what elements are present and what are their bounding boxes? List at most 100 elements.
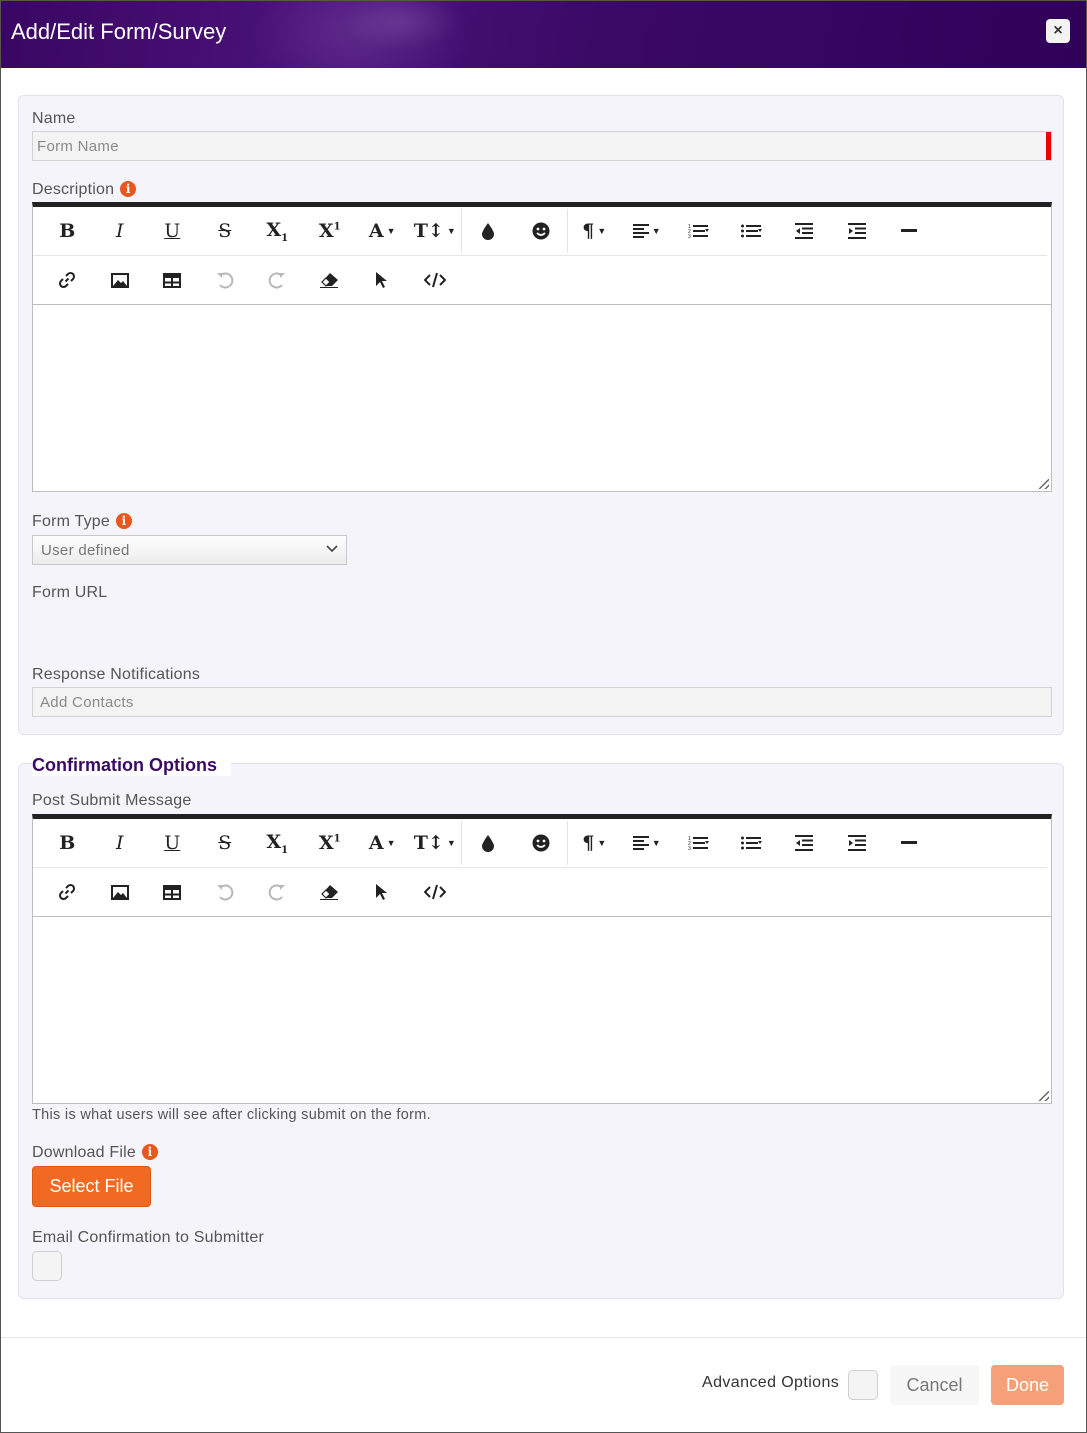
superscript-icon[interactable]: X1: [304, 823, 357, 863]
font-size-icon[interactable]: T↕ ▼: [409, 211, 462, 251]
confirmation-options-panel: Confirmation Options Post Submit Message…: [18, 755, 1064, 1299]
bold-icon[interactable]: B: [41, 823, 94, 863]
unordered-list-icon[interactable]: [726, 211, 779, 251]
ordered-list-icon[interactable]: 123: [673, 823, 726, 863]
download-file-label: Download File: [32, 1144, 136, 1161]
description-label-row: Description i: [32, 181, 137, 199]
select-all-icon[interactable]: [356, 872, 409, 912]
superscript-icon[interactable]: X1: [304, 211, 357, 251]
unordered-list-icon[interactable]: [726, 823, 779, 863]
description-label: Description: [32, 181, 115, 198]
italic-icon[interactable]: I: [94, 823, 147, 863]
select-all-icon[interactable]: [356, 260, 409, 300]
add-edit-form-dialog: Add/Edit Form/Survey × Name Form Name De…: [0, 0, 1087, 1433]
form-type-label-row: Form Type i: [32, 513, 132, 531]
editor-toolbar-row-2: [33, 256, 1051, 305]
form-name-input[interactable]: Form Name: [32, 131, 1052, 161]
table-icon[interactable]: [146, 872, 199, 912]
dialog-header: Add/Edit Form/Survey ×: [1, 1, 1086, 68]
subscript-icon[interactable]: X1: [251, 211, 304, 251]
redo-icon[interactable]: [251, 260, 304, 300]
dialog-title: Add/Edit Form/Survey: [11, 19, 227, 44]
italic-icon[interactable]: I: [94, 211, 147, 251]
image-icon[interactable]: [94, 872, 147, 912]
post-submit-message-label: Post Submit Message: [32, 792, 192, 809]
select-file-button[interactable]: Select File: [32, 1166, 151, 1207]
color-drop-icon[interactable]: [462, 211, 515, 251]
editor-toolbar-row-1: B I U S X1 X1 A ▼ T↕ ▼ ¶ ▼ ▼ 1 2 3: [33, 819, 1047, 868]
font-color-icon[interactable]: A ▼: [356, 823, 409, 863]
general-panel: Name Form Name Description i B I U S X1 X…: [18, 95, 1064, 735]
horizontal-line-icon[interactable]: [883, 211, 936, 251]
svg-text:3: 3: [688, 846, 691, 851]
code-view-icon[interactable]: [409, 260, 462, 300]
resize-handle-icon[interactable]: [1039, 1091, 1049, 1101]
redo-icon[interactable]: [251, 872, 304, 912]
indent-icon[interactable]: [831, 211, 884, 251]
underline-icon[interactable]: U: [146, 823, 199, 863]
image-icon[interactable]: [94, 260, 147, 300]
done-button[interactable]: Done: [991, 1365, 1064, 1405]
outdent-icon[interactable]: [778, 823, 831, 863]
indent-icon[interactable]: [831, 823, 884, 863]
table-icon[interactable]: [146, 260, 199, 300]
form-type-label: Form Type: [32, 513, 110, 530]
color-drop-icon[interactable]: [462, 823, 515, 863]
underline-icon[interactable]: U: [146, 211, 199, 251]
post-submit-hint: This is what users will see after clicki…: [32, 1107, 431, 1123]
cancel-button[interactable]: Cancel: [890, 1365, 979, 1405]
add-contacts-input[interactable]: Add Contacts: [32, 687, 1052, 717]
required-marker: [1046, 132, 1051, 160]
paragraph-format-icon[interactable]: ¶ ▼: [568, 211, 621, 251]
link-icon[interactable]: [41, 260, 94, 300]
confirmation-options-title: Confirmation Options: [32, 755, 231, 776]
editor-toolbar-row-2: [33, 868, 1051, 917]
undo-icon[interactable]: [199, 872, 252, 912]
emoji-icon[interactable]: [515, 211, 568, 251]
paragraph-format-icon[interactable]: ¶ ▼: [568, 823, 621, 863]
emoji-icon[interactable]: [515, 823, 568, 863]
font-color-icon[interactable]: A ▼: [356, 211, 409, 251]
font-size-icon[interactable]: T↕ ▼: [409, 823, 462, 863]
resize-handle-icon[interactable]: [1039, 479, 1049, 489]
subscript-icon[interactable]: X1: [251, 823, 304, 863]
strikethrough-icon[interactable]: S: [199, 823, 252, 863]
download-file-label-row: Download File i: [32, 1144, 158, 1162]
strikethrough-icon[interactable]: S: [199, 211, 252, 251]
post-submit-text-area[interactable]: [33, 917, 1051, 1103]
ordered-list-icon[interactable]: 123: [673, 211, 726, 251]
info-icon[interactable]: i: [115, 513, 132, 529]
editor-toolbar-row-1: B I U S X1 X1 A ▼ T↕ ▼ ¶ ▼ ▼ 1 2 3: [33, 207, 1047, 256]
name-label: Name: [32, 110, 76, 127]
outdent-icon[interactable]: [778, 211, 831, 251]
align-icon[interactable]: ▼: [621, 823, 674, 863]
align-icon[interactable]: ▼: [621, 211, 674, 251]
code-view-icon[interactable]: [409, 872, 462, 912]
form-type-value: User defined: [41, 542, 130, 559]
email-confirmation-label: Email Confirmation to Submitter: [32, 1229, 265, 1246]
chevron-down-icon: [326, 540, 338, 556]
clear-format-icon[interactable]: [304, 260, 357, 300]
form-name-placeholder: Form Name: [37, 138, 119, 155]
info-icon[interactable]: i: [120, 181, 137, 197]
advanced-options-label: Advanced Options: [702, 1374, 840, 1391]
info-icon[interactable]: i: [141, 1144, 158, 1160]
footer-divider: [1, 1337, 1086, 1338]
add-contacts-placeholder: Add Contacts: [40, 694, 134, 711]
form-url-label: Form URL: [32, 584, 108, 601]
response-notifications-label: Response Notifications: [32, 666, 201, 683]
post-submit-editor: B I U S X1 X1 A ▼ T↕ ▼ ¶ ▼ ▼ 1 2 3: [32, 814, 1052, 1104]
undo-icon[interactable]: [199, 260, 252, 300]
bold-icon[interactable]: B: [41, 211, 94, 251]
close-icon: ×: [1053, 22, 1063, 39]
form-type-select[interactable]: User defined: [32, 535, 347, 565]
advanced-options-checkbox[interactable]: [848, 1370, 878, 1400]
horizontal-line-icon[interactable]: [883, 823, 936, 863]
svg-text:3: 3: [688, 234, 691, 239]
description-text-area[interactable]: [33, 305, 1051, 491]
close-button[interactable]: ×: [1046, 19, 1070, 43]
link-icon[interactable]: [41, 872, 94, 912]
description-editor: B I U S X1 X1 A ▼ T↕ ▼ ¶ ▼ ▼ 1 2 3: [32, 202, 1052, 492]
email-confirmation-checkbox[interactable]: [32, 1251, 62, 1281]
clear-format-icon[interactable]: [304, 872, 357, 912]
